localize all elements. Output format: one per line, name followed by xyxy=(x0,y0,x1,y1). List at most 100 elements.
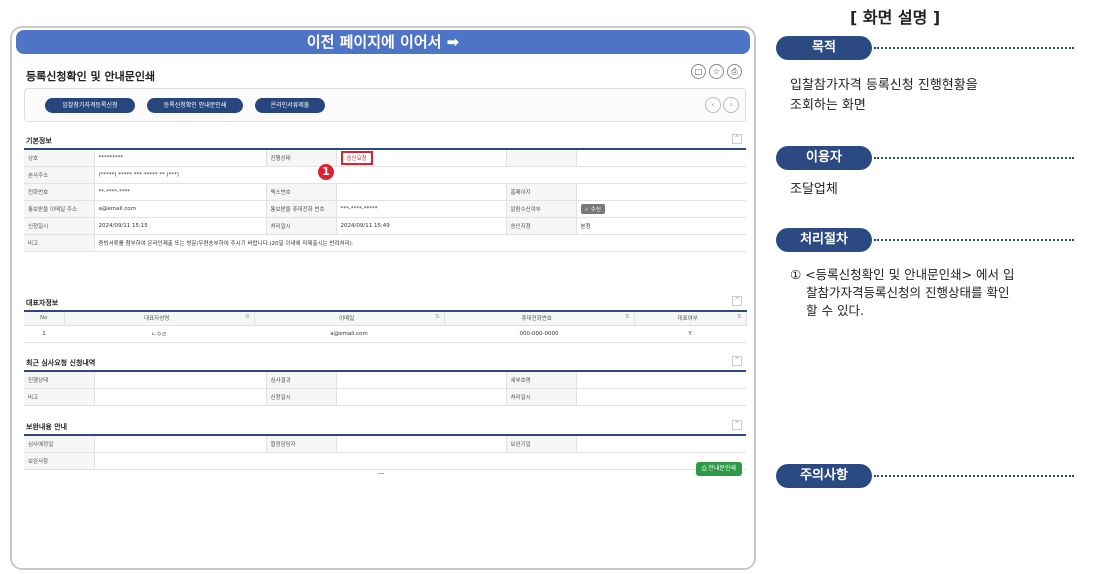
field-value xyxy=(94,452,746,470)
column-header[interactable]: 대표자성명 ⇅ xyxy=(64,311,255,326)
process-text: ① <등록신청확인 및 안내문인쇄> 에서 입 찰참가자격등록신청의 진행상태를… xyxy=(790,267,1015,318)
step-confirm-button[interactable]: 등록신청확인 안내문인쇄 xyxy=(147,98,243,113)
sort-icon[interactable]: ⇅ xyxy=(625,314,630,320)
divider xyxy=(874,47,1074,49)
field-label: 팩스번호 xyxy=(266,183,337,201)
field-value xyxy=(336,388,507,406)
field-value: 본청 xyxy=(576,217,746,235)
field-value xyxy=(576,149,746,167)
field-label: 알림수신여부 xyxy=(506,200,577,218)
field-label: 통보받을 휴대전화 번호 xyxy=(266,200,337,218)
field-value xyxy=(94,371,267,389)
screenshot-frame: 이전 페이지에 이어서 ➡ 등록신청확인 및 안내문인쇄 □ ☆ ⎙ 입찰참가자… xyxy=(10,26,756,570)
table-row: 진행상태 심사결과 세부호명 xyxy=(24,371,746,389)
divider xyxy=(874,475,1074,477)
print-notice-button[interactable]: ⎙ 안내문인쇄 xyxy=(695,462,742,476)
basic-info-title: 기본정보 xyxy=(26,137,52,145)
notification-receive-button[interactable]: ✓ 수신 xyxy=(580,203,605,214)
table-row: 심사예정일 협정담당자 보완기일 xyxy=(24,435,746,453)
field-label: 협정담당자 xyxy=(266,435,337,453)
column-header[interactable]: 대표여부 ⇅ xyxy=(634,311,747,326)
field-label: 홈페이지 xyxy=(506,183,577,201)
step-prev-icon[interactable]: ‹ xyxy=(705,97,721,113)
field-label: 비고 xyxy=(24,234,95,252)
field-value xyxy=(576,183,746,201)
field-label: 신청일시 xyxy=(24,217,95,235)
continuation-banner: 이전 페이지에 이어서 ➡ xyxy=(16,30,750,54)
field-label: 보완기일 xyxy=(506,435,577,453)
table-row: 보완사항 xyxy=(24,452,746,470)
table-cell: 1 xyxy=(24,325,64,343)
field-label: 진행상태 xyxy=(24,371,95,389)
field-value xyxy=(94,435,267,453)
collapse-icon[interactable]: ^ xyxy=(732,356,742,366)
table-row: 통보받을 이메일 주소 a@email.com 통보받을 휴대전화 번호 ***-**… xyxy=(24,200,746,218)
table-row: 1 ㄴㅇㄹ a@email.com 000-000-0000 Y xyxy=(24,325,746,343)
field-label: 통보받을 이메일 주소 xyxy=(24,200,95,218)
field-label: 보완사항 xyxy=(24,452,95,470)
field-value: (*****) ***** *** ***** ** (***) xyxy=(94,166,746,184)
field-value: 증빙서류를 첨부하여 온라인제출 또는 방문/우편송부하여 주시기 바랍니다.(… xyxy=(94,234,746,252)
field-label: 본사주소 xyxy=(24,166,95,184)
bookmark-icon[interactable]: □ xyxy=(691,64,706,79)
field-label: 신청일시 xyxy=(266,388,337,406)
sort-icon[interactable]: ⇅ xyxy=(737,314,742,320)
field-label: 처리일시 xyxy=(266,217,337,235)
field-value xyxy=(336,183,507,201)
purpose-text: 입찰참가자격 등록신청 진행현황을 조회하는 화면 xyxy=(790,78,978,113)
field-value xyxy=(94,388,267,406)
field-value xyxy=(336,435,507,453)
field-label: 비고 xyxy=(24,388,95,406)
field-value: 승인요청 xyxy=(336,149,507,167)
field-label: 처리일시 xyxy=(506,388,577,406)
table-cell: Y xyxy=(634,325,746,343)
column-header[interactable]: 이메일 ⇅ xyxy=(254,311,445,326)
representative-table: No 대표자성명 ⇅ 이메일 ⇅ 휴대전화번호 ⇅ 대표여부 ⇅ 1 ㄴㅇㄹ a@email.com… xyxy=(24,310,747,343)
table-row: 신청일시 2024/09/11 15:15 처리일시 2024/09/11 15:49… xyxy=(24,217,746,235)
step-marker-1: 1 xyxy=(318,164,334,180)
table-row: 전화번호 **-****-**** 팩스번호 홈페이지 xyxy=(24,183,746,201)
field-value: 2024/09/11 15:15 xyxy=(94,217,267,235)
table-row: 비고 증빙서류를 첨부하여 온라인제출 또는 방문/우편송부하여 주시기 바랍니다… xyxy=(24,234,746,252)
purpose-label: 목적 xyxy=(776,36,872,60)
field-label: 전화번호 xyxy=(24,183,95,201)
column-header: No xyxy=(24,311,65,326)
panel-title: [ 화면 설명 ] xyxy=(850,8,941,27)
supplement-table: 심사예정일 협정담당자 보완기일보완사항 xyxy=(24,434,746,470)
supplement-title: 보완내용 안내 xyxy=(26,423,68,431)
column-header[interactable]: 휴대전화번호 ⇅ xyxy=(444,311,635,326)
step-bar: 입찰참가자격등록신청 등록신청확인 안내문인쇄 온라인서류제출 ‹ › xyxy=(24,88,746,122)
field-label: 심사결과 xyxy=(266,371,337,389)
table-cell: ㄴㅇㄹ xyxy=(64,325,254,343)
basic-info-table: 상호 ********* 진행상태 승인요청 본사주소 (*****) ***** ***… xyxy=(24,148,746,252)
recent-request-title: 최근 심사요청 신청내역 xyxy=(26,359,96,367)
divider xyxy=(874,157,1074,159)
table-row: 비고 신청일시 처리일시 xyxy=(24,388,746,406)
field-label xyxy=(506,149,577,167)
collapse-icon[interactable]: ^ xyxy=(732,134,742,144)
collapse-icon[interactable]: ^ xyxy=(732,420,742,430)
field-value: **-****-**** xyxy=(94,183,267,201)
star-icon[interactable]: ☆ xyxy=(709,64,724,79)
field-label: 세부호명 xyxy=(506,371,577,389)
divider xyxy=(874,239,1074,241)
table-cell: 000-000-0000 xyxy=(444,325,634,343)
table-row: 상호 ********* 진행상태 승인요청 xyxy=(24,149,746,167)
field-label: 심사예정일 xyxy=(24,435,95,453)
caution-label: 주의사항 xyxy=(776,464,872,488)
step-next-icon[interactable]: › xyxy=(723,97,739,113)
field-value: ✓ 수신 xyxy=(576,200,746,218)
recent-request-table: 진행상태 심사결과 세부호명비고 신청일시 처리일시 xyxy=(24,370,746,406)
page-tools: □ ☆ ⎙ xyxy=(691,64,742,79)
field-value xyxy=(576,371,746,389)
status-badge: 승인요청 xyxy=(340,150,373,165)
field-value: 2024/09/11 15:49 xyxy=(336,217,507,235)
sort-icon[interactable]: ⇅ xyxy=(435,314,440,320)
step-online-submit-button[interactable]: 온라인서류제출 xyxy=(255,98,325,113)
step-register-button[interactable]: 입찰참가자격등록신청 xyxy=(45,98,135,113)
collapse-icon[interactable]: ^ xyxy=(732,296,742,306)
field-value xyxy=(336,371,507,389)
field-value xyxy=(576,435,746,453)
print-icon[interactable]: ⎙ xyxy=(727,64,742,79)
sort-icon[interactable]: ⇅ xyxy=(245,314,250,320)
